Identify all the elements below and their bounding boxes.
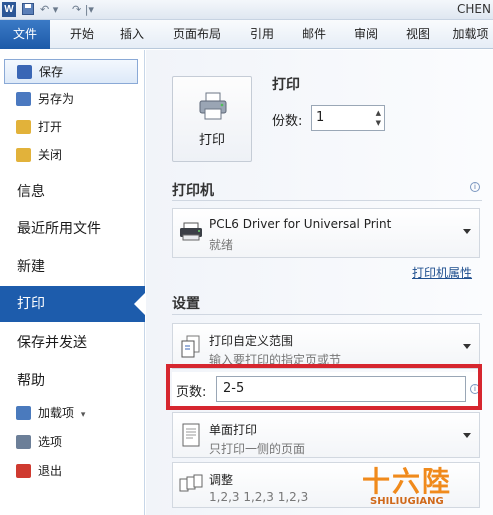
tab-references[interactable]: 引用 [240, 20, 284, 49]
nav-exit[interactable]: 退出 [4, 459, 138, 484]
copies-stepper[interactable]: 1 ▲ ▼ [311, 105, 385, 131]
spin-up-icon[interactable]: ▲ [376, 109, 381, 117]
collate-title: 调整 [209, 473, 234, 487]
nav-recent[interactable]: 最近所用文件 [0, 211, 144, 247]
printer-device-icon [180, 222, 202, 241]
nav-addins[interactable]: 加载项 ▾ [4, 401, 138, 426]
quick-access-save-icon[interactable] [22, 3, 34, 18]
printer-properties-link[interactable]: 打印机属性 [412, 264, 472, 281]
active-pointer-icon [134, 292, 146, 316]
ribbon-tabs: 文件 开始 插入 页面布局 引用 邮件 审阅 视图 加载项 [0, 20, 493, 49]
nav-options-label: 选项 [38, 435, 63, 449]
addins-icon [16, 406, 31, 420]
print-button[interactable]: 打印 [172, 76, 252, 162]
watermark-en: SHILIUGIANG [370, 496, 444, 507]
quick-access-redo-icon[interactable]: ↷ |▾ [72, 3, 94, 16]
nav-info[interactable]: 信息 [0, 174, 144, 210]
nav-open-label: 打开 [38, 120, 63, 134]
nav-exit-label: 退出 [38, 464, 63, 478]
single-sided-icon [182, 423, 200, 447]
exit-icon [16, 464, 31, 478]
open-folder-icon [16, 120, 31, 134]
printer-name: PCL6 Driver for Universal Print [209, 217, 392, 231]
page-range-icon [181, 335, 200, 358]
copies-value: 1 [316, 110, 325, 125]
close-folder-icon [16, 148, 31, 162]
nav-save-as[interactable]: 另存为 [4, 87, 138, 112]
save-as-icon [16, 92, 31, 106]
nav-close-label: 关闭 [38, 148, 63, 162]
nav-addins-label: 加载项 [38, 406, 75, 420]
nav-options[interactable]: 选项 [4, 430, 138, 455]
print-sides-dropdown[interactable]: 单面打印 只打印一侧的页面 [172, 412, 480, 458]
divider [172, 314, 482, 315]
nav-print[interactable]: 打印 [0, 286, 146, 322]
options-icon [16, 435, 31, 449]
save-icon [17, 65, 32, 79]
nav-save-as-label: 另存为 [38, 92, 75, 106]
chevron-down-icon: ▾ [80, 410, 86, 420]
window-title: CHEN [457, 2, 491, 16]
collate-desc: 1,2,3 1,2,3 1,2,3 [209, 490, 309, 504]
quick-access-undo-icon[interactable]: ↶ ▾ [40, 3, 58, 16]
tab-home[interactable]: 开始 [58, 20, 106, 49]
tab-review[interactable]: 审阅 [344, 20, 388, 49]
nav-close[interactable]: 关闭 [4, 143, 138, 168]
print-heading: 打印 [272, 77, 300, 93]
settings-heading: 设置 [172, 296, 200, 312]
tab-page-layout[interactable]: 页面布局 [164, 20, 230, 49]
backstage-nav: 保存 另存为 打开 关闭 信息 最近所用文件 新建 打印 保存并发送 帮助 加载… [0, 50, 146, 515]
nav-save-label: 保存 [39, 65, 64, 79]
title-bar: W ↶ ▾ ↷ |▾ CHEN [0, 0, 493, 20]
print-range-title: 打印自定义范围 [209, 334, 294, 348]
printer-heading: 打印机 [172, 183, 214, 199]
print-sides-title: 单面打印 [209, 423, 258, 437]
watermark-logo: 十六陸 SHILIUGIANG [362, 460, 480, 510]
printer-icon [199, 92, 227, 120]
printer-status: 就绪 [209, 238, 234, 252]
nav-new[interactable]: 新建 [0, 249, 144, 285]
tab-file[interactable]: 文件 [0, 20, 50, 49]
word-app-icon[interactable]: W [2, 2, 16, 17]
nav-save[interactable]: 保存 [4, 59, 138, 84]
chevron-down-icon [463, 344, 471, 349]
print-button-label: 打印 [198, 133, 225, 148]
divider [172, 200, 482, 201]
copies-label: 份数: [272, 114, 303, 129]
tab-mailings[interactable]: 邮件 [292, 20, 336, 49]
nav-save-send[interactable]: 保存并发送 [0, 325, 144, 361]
chevron-down-icon [463, 433, 471, 438]
tab-view[interactable]: 视图 [396, 20, 440, 49]
nav-help[interactable]: 帮助 [0, 363, 144, 399]
print-pane: 打印 打印 份数: 1 ▲ ▼ 打印机 i PCL6 Driver for Un… [146, 50, 493, 515]
print-sides-desc: 只打印一侧的页面 [209, 442, 306, 456]
tab-insert[interactable]: 插入 [110, 20, 154, 49]
print-range-dropdown[interactable]: 打印自定义范围 输入要打印的指定页或节 [172, 323, 480, 369]
info-icon[interactable]: i [470, 182, 480, 192]
watermark-cn: 十六陸 [362, 465, 453, 498]
nav-open[interactable]: 打开 [4, 115, 138, 140]
spin-down-icon[interactable]: ▼ [376, 119, 381, 127]
nav-print-label: 打印 [17, 296, 45, 312]
tab-addins[interactable]: 加载项 [448, 20, 493, 49]
collate-icon [179, 474, 203, 492]
chevron-down-icon [463, 229, 471, 234]
printer-dropdown[interactable]: PCL6 Driver for Universal Print 就绪 [172, 208, 480, 258]
highlight-box [166, 364, 482, 410]
